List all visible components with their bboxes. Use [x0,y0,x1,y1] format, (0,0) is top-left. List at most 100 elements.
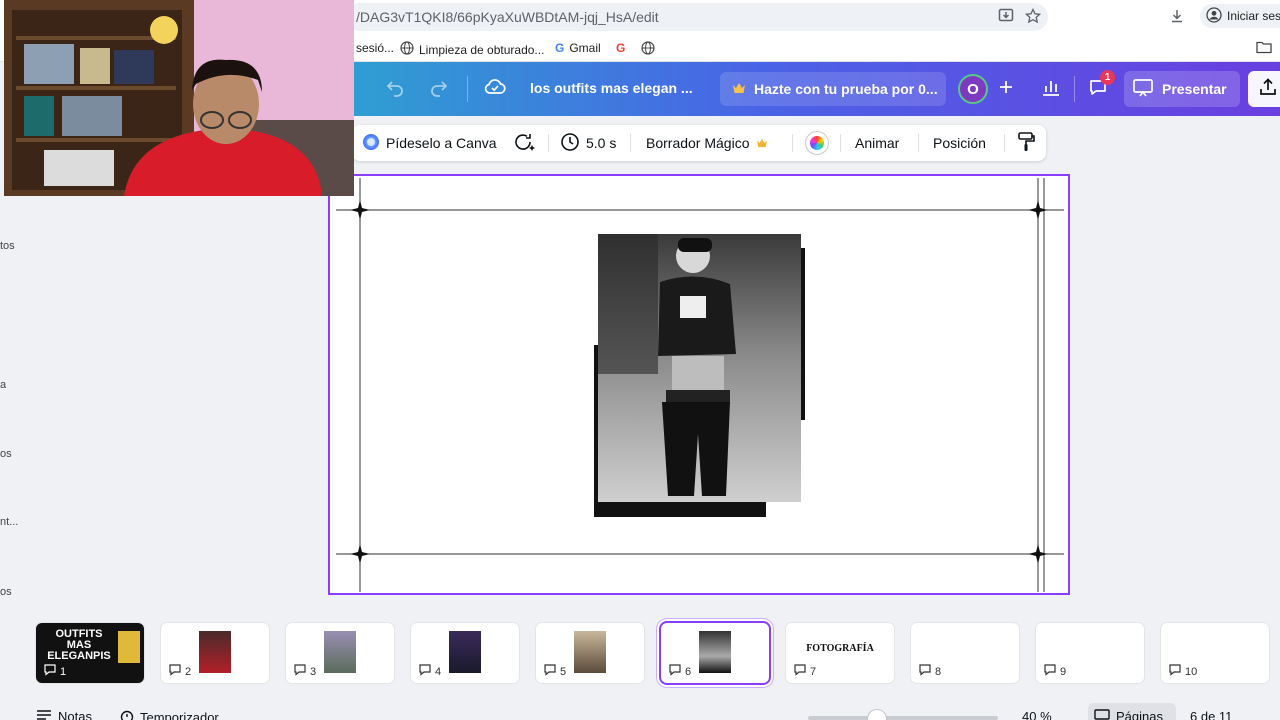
left-panel-label[interactable]: os [0,586,12,598]
install-icon[interactable] [997,7,1015,25]
notes-button[interactable]: Notas [36,709,92,720]
page-number: 9 [1044,664,1066,679]
duration-button[interactable]: 5.0 s [560,125,616,161]
redo-button[interactable] [424,74,454,104]
downloads-icon[interactable] [1168,7,1186,25]
page-thumbnail-9[interactable]: 9 [1036,623,1144,683]
position-label: Posición [933,135,986,151]
add-collaborator-button[interactable] [994,74,1018,104]
toolbar-divider [840,134,841,152]
comment-icon [1169,664,1181,679]
page-thumbnail-7[interactable]: FOTOGRAFÍA 7 [786,623,894,683]
present-button[interactable]: Presentar [1124,71,1240,107]
notes-icon [36,709,52,720]
globe-icon [641,41,655,58]
comment-icon [794,664,806,679]
outfit-photo[interactable] [598,234,801,502]
toolbar-divider [548,134,549,152]
copy-style-button[interactable] [1017,125,1035,161]
cloud-saved-button[interactable] [480,74,510,104]
left-panel-label[interactable]: tos [0,240,15,252]
crown-icon [756,135,768,151]
magic-eraser-button[interactable]: Borrador Mágico [646,125,768,161]
page-thumbnail-3[interactable]: 3 [286,623,394,683]
comment-icon [294,664,306,679]
webcam-overlay [4,0,354,196]
duration-label: 5.0 s [586,135,617,151]
zoom-slider-track[interactable] [808,716,998,720]
thumbnail-image [324,631,356,673]
bookmark-item-google[interactable]: G [616,41,625,55]
document-title[interactable]: los outfits mas elegan ... [530,80,693,96]
bookmark-item-session[interactable]: sesió... [356,41,394,55]
folder-icon[interactable] [1256,40,1272,54]
avatar[interactable]: O [958,74,988,104]
header-divider [467,76,468,102]
color-button[interactable] [806,125,828,161]
bookmark-item-limpieza[interactable]: Limpieza de obturado... [400,41,544,58]
page-number-label: 9 [1060,665,1067,678]
profile-icon [1206,6,1222,26]
position-button[interactable]: Posición [933,125,986,161]
magic-switch-button[interactable] [513,125,535,161]
bookmark-label: Limpieza de obturado... [419,42,545,57]
bookmark-label: Gmail [569,41,601,55]
page-number-label: 4 [435,665,442,678]
upload-icon [1258,77,1278,102]
page-number-label: 5 [560,665,567,678]
page-thumbnail-8[interactable]: 8 [911,623,1019,683]
comment-icon [919,664,931,679]
thumbnail-image [199,631,231,673]
left-panel-label[interactable]: os [0,448,12,460]
page-thumbnail-6[interactable]: 6 [661,623,769,683]
thumbnail-title: OUTFITS MAS ELEGANPIS [47,628,111,662]
signin-button[interactable]: Iniciar sesi [1200,4,1280,28]
pages-label: Páginas [1116,709,1163,720]
timer-button[interactable]: Temporizador [120,709,219,720]
ask-canva-button[interactable]: Pídeselo a Canva [362,125,497,161]
signin-label: Iniciar sesi [1227,9,1280,23]
magic-eraser-label: Borrador Mágico [646,135,750,151]
canva-ai-icon [362,133,380,154]
comment-count-badge: 1 [1100,70,1115,85]
bookmark-label: sesió... [356,41,395,55]
bookmark-star-icon[interactable] [1024,7,1042,25]
google-icon: G [616,41,626,55]
pages-icon [1094,709,1110,720]
undo-button[interactable] [380,74,410,104]
comment-icon [669,664,681,679]
page-thumbnail-10[interactable]: 10 [1161,623,1269,683]
zoom-level[interactable]: 40 % [1022,709,1052,720]
left-panel-label[interactable]: a [0,379,6,391]
insights-button[interactable] [1037,74,1065,104]
page-thumbnail-1[interactable]: OUTFITS MAS ELEGANPIS 1 [36,623,144,683]
bookmark-item-gmail[interactable]: G Gmail [555,41,601,55]
animate-button[interactable]: Animar [855,125,899,161]
pages-view-button[interactable]: Páginas [1094,709,1163,720]
page-number: 2 [169,664,191,679]
page-number-label: 10 [1185,665,1198,678]
page-number: 5 [544,664,566,679]
trial-label: Hazte con tu prueba por 0... [754,81,938,97]
page-thumbnail-4[interactable]: 4 [411,623,519,683]
left-panel-label[interactable]: nt... [0,516,18,528]
bookmark-item-web[interactable] [641,41,655,58]
outfit-photo-image [598,234,801,502]
page-number-label: 6 [685,665,692,678]
globe-icon [400,41,414,58]
toolbar-divider [1004,134,1005,152]
page-thumbnail-5[interactable]: 5 [536,623,644,683]
page-number-label: 3 [310,665,317,678]
trial-button[interactable]: Hazte con tu prueba por 0... [720,72,946,106]
timer-icon [120,709,134,720]
toolbar-divider [918,134,919,152]
page-number-label: 7 [810,665,817,678]
share-button[interactable] [1248,71,1280,107]
url-text[interactable]: /DAG3vT1QKI8/66pKyaXuWBDtAM-jqj_HsA/edit [356,9,659,25]
webcam-feed-image [4,0,354,196]
page-number: 8 [919,664,941,679]
thumbnail-title: FOTOGRAFÍA [806,643,874,654]
page-number: 7 [794,664,816,679]
toolbar-divider [792,134,793,152]
page-thumbnail-2[interactable]: 2 [161,623,269,683]
